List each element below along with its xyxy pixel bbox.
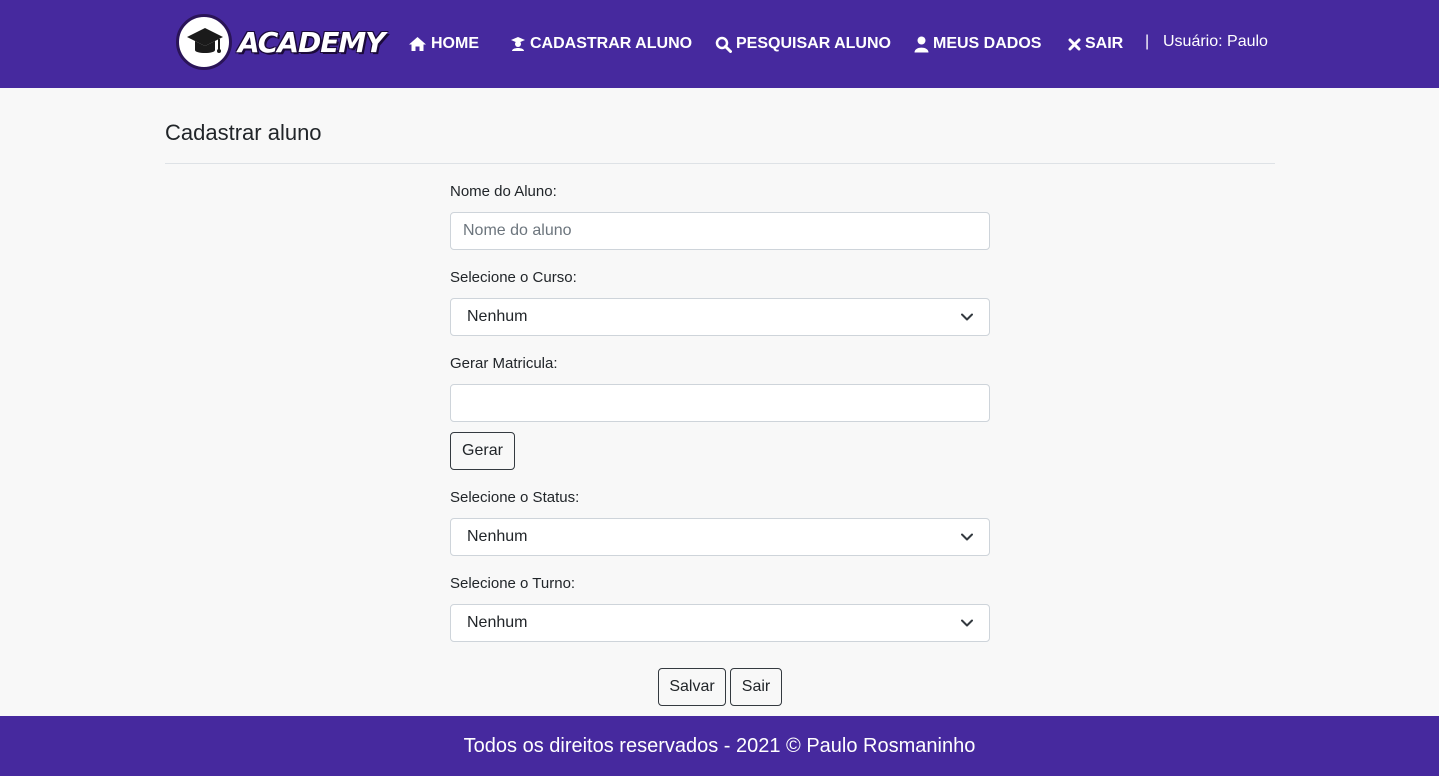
top-navbar: ACADEMY HOME CADASTRAR ALUNO PESQUISAR A… — [0, 0, 1439, 88]
footer-text: Todos os direitos reservados - 2021 © Pa… — [463, 734, 976, 757]
status-label: Selecione o Status: — [450, 489, 580, 506]
nav-pesquisar-aluno-label: PESQUISAR ALUNO — [736, 35, 891, 52]
curso-label: Selecione o Curso: — [450, 269, 577, 286]
brand-name: ACADEMY — [238, 25, 386, 59]
nav-home[interactable]: HOME — [408, 33, 479, 55]
search-icon — [715, 36, 732, 53]
turno-label: Selecione o Turno: — [450, 575, 576, 592]
status-select[interactable]: Nenhum — [450, 518, 990, 556]
user-icon — [914, 36, 929, 53]
matricula-input[interactable] — [450, 384, 990, 422]
status-selected-value: Nenhum — [467, 528, 528, 545]
nav-home-label: HOME — [431, 35, 479, 52]
title-divider — [165, 163, 1275, 164]
nav-cadastrar-aluno-label: CADASTRAR ALUNO — [530, 35, 693, 52]
nome-aluno-input[interactable] — [450, 212, 990, 250]
salvar-button[interactable]: Salvar — [658, 668, 726, 706]
turno-select[interactable]: Nenhum — [450, 604, 990, 642]
matricula-label: Gerar Matricula: — [450, 355, 558, 372]
nome-aluno-label: Nome do Aluno: — [450, 183, 557, 200]
nav-sair[interactable]: SAIR — [1068, 33, 1123, 55]
nav-meus-dados[interactable]: MEUS DADOS — [914, 33, 1041, 55]
logged-user: Usuário: Paulo — [1163, 33, 1268, 50]
curso-selected-value: Nenhum — [467, 308, 528, 325]
sair-button[interactable]: Sair — [730, 668, 782, 706]
curso-select[interactable]: Nenhum — [450, 298, 990, 336]
page-title: Cadastrar aluno — [165, 120, 322, 145]
brand-logo[interactable]: ACADEMY — [176, 12, 386, 72]
nav-pesquisar-aluno[interactable]: PESQUISAR ALUNO — [715, 33, 891, 55]
chevron-down-icon — [961, 528, 973, 546]
nav-cadastrar-aluno[interactable]: CADASTRAR ALUNO — [510, 33, 692, 55]
footer: Todos os direitos reservados - 2021 © Pa… — [0, 716, 1439, 776]
close-icon — [1068, 38, 1081, 51]
home-icon — [408, 36, 427, 52]
chevron-down-icon — [961, 614, 973, 632]
nav-separator: | — [1145, 33, 1150, 50]
chevron-down-icon — [961, 308, 973, 326]
nav-sair-label: SAIR — [1085, 35, 1124, 52]
graduation-cap-icon — [176, 14, 232, 70]
nav-meus-dados-label: MEUS DADOS — [933, 35, 1042, 52]
student-icon — [510, 36, 526, 52]
turno-selected-value: Nenhum — [467, 614, 528, 631]
gerar-button[interactable]: Gerar — [450, 432, 515, 470]
